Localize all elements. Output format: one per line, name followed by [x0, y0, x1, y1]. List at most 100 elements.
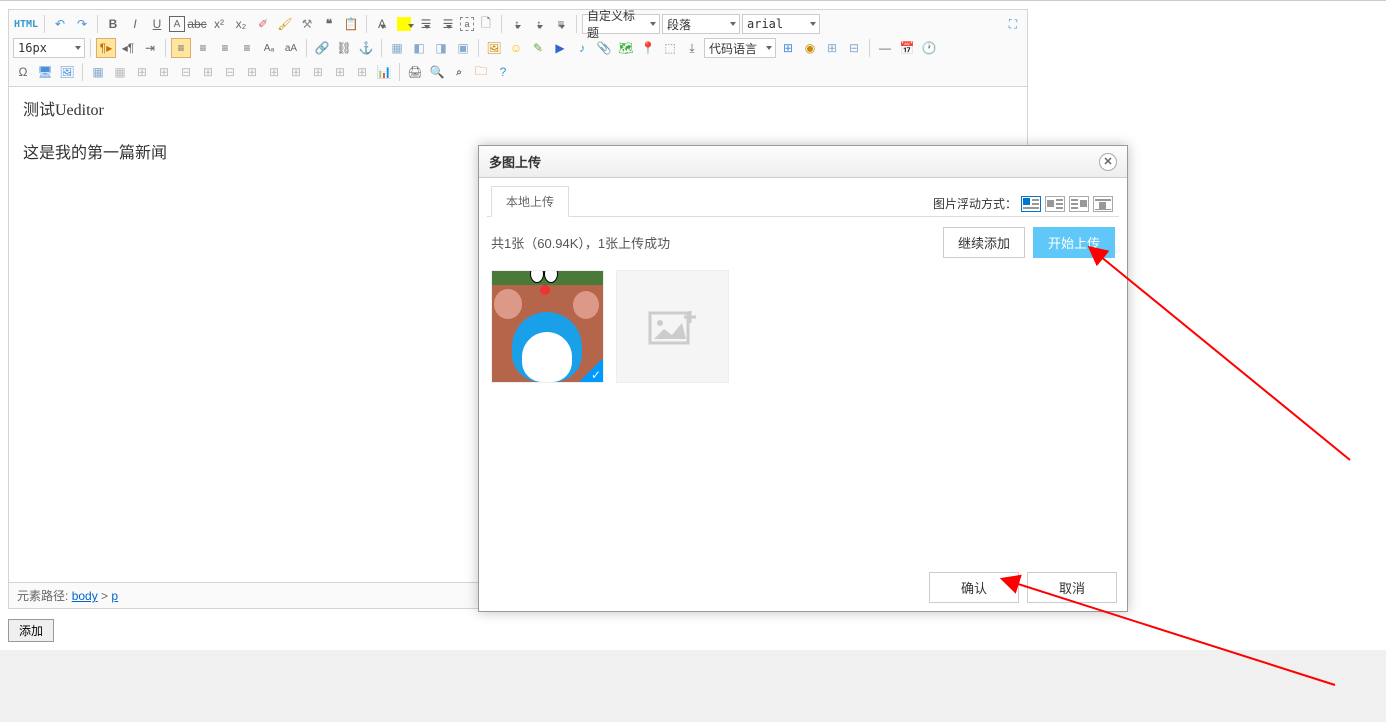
removeformat-icon[interactable]: ✐: [253, 14, 273, 34]
simpleupload-icon[interactable]: 🖼: [484, 38, 504, 58]
justify-left-icon[interactable]: ≡: [171, 38, 191, 58]
splitrows-icon[interactable]: ⊟: [844, 38, 864, 58]
map-icon[interactable]: 🗺: [616, 38, 636, 58]
autotypeset-icon[interactable]: ⚒: [297, 14, 317, 34]
bold-icon[interactable]: B: [103, 14, 123, 34]
attachment-icon[interactable]: 📎: [594, 38, 614, 58]
insertcol-icon[interactable]: ⊞: [198, 62, 218, 82]
splittocols-icon[interactable]: ⊞: [352, 62, 372, 82]
mergecells-icon[interactable]: ⊞: [242, 62, 262, 82]
scrawl-icon[interactable]: ✎: [528, 38, 548, 58]
spechars-icon[interactable]: Ω: [13, 62, 33, 82]
source-html-button[interactable]: HTML: [13, 14, 39, 34]
rowspacingtop-icon[interactable]: ↕: [507, 14, 527, 34]
splitcells-icon[interactable]: ⊞: [822, 38, 842, 58]
background-icon[interactable]: ◉: [800, 38, 820, 58]
horizontal-icon[interactable]: —: [875, 38, 895, 58]
imageright-icon[interactable]: ◨: [431, 38, 451, 58]
cancel-button[interactable]: 取消: [1027, 572, 1117, 603]
mergedown-icon[interactable]: ⊞: [286, 62, 306, 82]
deleterow-icon[interactable]: ⊟: [176, 62, 196, 82]
splittorows-icon[interactable]: ⊞: [330, 62, 350, 82]
splittocells-icon[interactable]: ⊞: [308, 62, 328, 82]
emotion-icon[interactable]: ☺: [506, 38, 526, 58]
confirm-button[interactable]: 确认: [929, 572, 1019, 603]
redo-icon[interactable]: ↷: [72, 14, 92, 34]
subscript-icon[interactable]: x₂: [231, 14, 251, 34]
justify-center-icon[interactable]: ≡: [193, 38, 213, 58]
imageleft-icon[interactable]: ◧: [409, 38, 429, 58]
italic-icon[interactable]: I: [125, 14, 145, 34]
snapscreen-icon[interactable]: 🖥: [35, 62, 55, 82]
lineheight-icon[interactable]: ≡: [551, 14, 571, 34]
help-icon[interactable]: ?: [493, 62, 513, 82]
preview-icon[interactable]: 🔍: [427, 62, 447, 82]
continue-add-button[interactable]: 继续添加: [943, 227, 1025, 258]
start-upload-button[interactable]: 开始上传: [1033, 227, 1115, 258]
pagebreak-icon[interactable]: ⤓: [682, 38, 702, 58]
print-icon[interactable]: 🖨: [405, 62, 425, 82]
undo-icon[interactable]: ↶: [50, 14, 70, 34]
cleardoc-icon[interactable]: 🗋: [476, 14, 496, 34]
justify-justify-icon[interactable]: ≡: [237, 38, 257, 58]
date-icon[interactable]: 📅: [897, 38, 917, 58]
imagecenter-icon[interactable]: ▣: [453, 38, 473, 58]
fullscreen-icon[interactable]: ⛶: [1003, 14, 1023, 34]
superscript-icon[interactable]: x²: [209, 14, 229, 34]
wordimage-icon[interactable]: 🖼: [57, 62, 77, 82]
selectall-icon[interactable]: a: [460, 17, 474, 31]
indent-icon[interactable]: ⇥: [140, 38, 160, 58]
insertvideo-icon[interactable]: ▶: [550, 38, 570, 58]
float-mode-center[interactable]: [1093, 196, 1113, 212]
code-lang-select[interactable]: 代码语言: [704, 38, 776, 58]
uploaded-image-thumbnail[interactable]: [491, 270, 604, 383]
custom-heading-select[interactable]: 自定义标题: [582, 14, 660, 34]
insertrow-icon[interactable]: ⊞: [154, 62, 174, 82]
directionality-rtl-icon[interactable]: ◂¶: [118, 38, 138, 58]
mergeright-icon[interactable]: ⊞: [264, 62, 284, 82]
touppercase-icon[interactable]: Aₐ: [259, 38, 279, 58]
insertframe-icon[interactable]: ⬚: [660, 38, 680, 58]
template-icon[interactable]: ⊞: [778, 38, 798, 58]
dialog-titlebar[interactable]: 多图上传 ✕: [479, 146, 1127, 178]
float-mode-right[interactable]: [1069, 196, 1089, 212]
path-body-link[interactable]: body: [72, 589, 98, 603]
anchor-icon[interactable]: ⚓: [356, 38, 376, 58]
tolowercase-icon[interactable]: aA: [281, 38, 301, 58]
underline-icon[interactable]: U: [147, 14, 167, 34]
searchreplace-icon[interactable]: ⌕: [449, 62, 469, 82]
fontborder-icon[interactable]: A: [169, 16, 185, 32]
insertorderedlist-icon[interactable]: ☰: [416, 14, 436, 34]
float-mode-none[interactable]: [1021, 196, 1041, 212]
drafts-icon[interactable]: 🗀: [471, 62, 491, 82]
forecolor-icon[interactable]: A: [372, 14, 392, 34]
backcolor-icon[interactable]: [397, 17, 411, 31]
unlink-icon[interactable]: ⛓: [334, 38, 354, 58]
music-icon[interactable]: ♪: [572, 38, 592, 58]
insertunorderedlist-icon[interactable]: ☰: [438, 14, 458, 34]
imagenone-icon[interactable]: ▦: [387, 38, 407, 58]
deletetable-icon[interactable]: ▦: [110, 62, 130, 82]
insertparagraph-icon[interactable]: ⊞: [132, 62, 152, 82]
add-image-placeholder[interactable]: [616, 270, 729, 383]
add-button[interactable]: 添加: [8, 619, 54, 642]
link-icon[interactable]: 🔗: [312, 38, 332, 58]
justify-right-icon[interactable]: ≡: [215, 38, 235, 58]
font-size-select[interactable]: 16px: [13, 38, 85, 58]
strikethrough-icon[interactable]: abc: [187, 14, 207, 34]
directionality-ltr-icon[interactable]: ¶▸: [96, 38, 116, 58]
gmap-icon[interactable]: 📍: [638, 38, 658, 58]
path-p-link[interactable]: p: [111, 589, 118, 603]
pasteplain-icon[interactable]: 📋: [341, 14, 361, 34]
charts-icon[interactable]: 📊: [374, 62, 394, 82]
close-icon[interactable]: ✕: [1099, 153, 1117, 171]
inserttable-icon[interactable]: ▦: [88, 62, 108, 82]
time-icon[interactable]: 🕐: [919, 38, 939, 58]
paragraph-select[interactable]: 段落: [662, 14, 740, 34]
tab-local-upload[interactable]: 本地上传: [491, 186, 569, 217]
deletecol-icon[interactable]: ⊟: [220, 62, 240, 82]
rowspacingbottom-icon[interactable]: ↕: [529, 14, 549, 34]
float-mode-left[interactable]: [1045, 196, 1065, 212]
font-family-select[interactable]: arial: [742, 14, 820, 34]
formatmatch-icon[interactable]: 🖌: [275, 14, 295, 34]
